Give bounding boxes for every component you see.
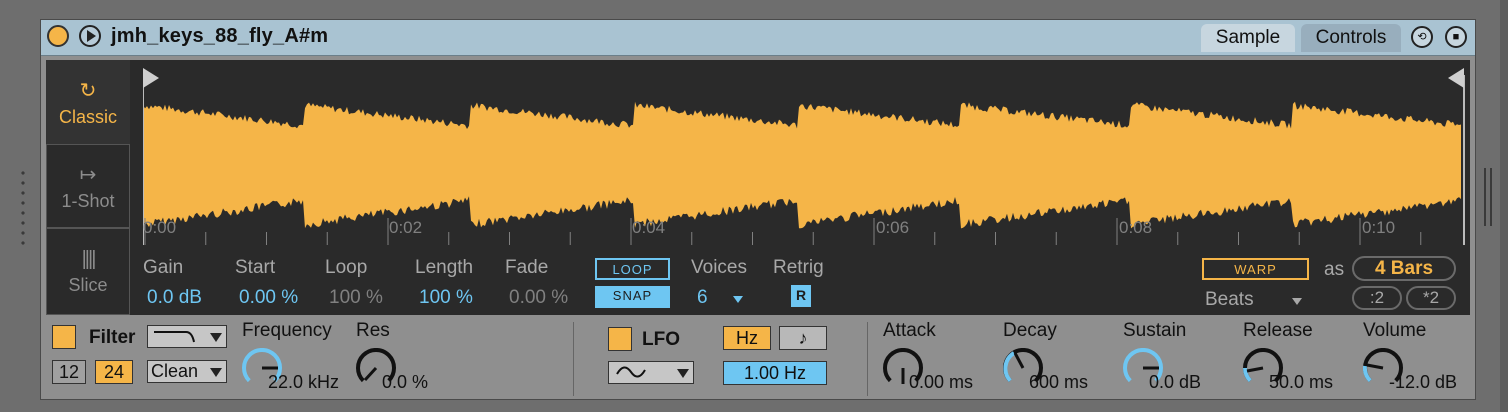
waveform-display[interactable]: [143, 60, 1468, 245]
loop-icon: ↻: [79, 80, 97, 102]
voices-label: Voices: [691, 257, 747, 278]
slope-12-button[interactable]: 12: [52, 360, 86, 384]
sustain-label: Sustain: [1123, 320, 1187, 341]
lfo-rate-field[interactable]: 1.00 Hz: [723, 361, 827, 385]
controls-section: Filter 12 24 Clean Frequency 22.0 kHz Re…: [41, 318, 1475, 400]
playback-mode-selector: ↻ Classic ↦ 1-Shot |||| Slice: [46, 60, 130, 315]
frequency-value[interactable]: 22.0 kHz: [268, 372, 339, 393]
release-value[interactable]: 50.0 ms: [1269, 372, 1333, 393]
timeline-label: 0:04: [632, 218, 666, 237]
slope-24-button[interactable]: 24: [95, 360, 133, 384]
right-border: [1500, 0, 1508, 412]
loop-label: Loop: [325, 257, 368, 278]
lowpass-icon: [154, 331, 195, 343]
timeline-label: 0:08: [1119, 218, 1153, 237]
filter-label: Filter: [89, 327, 136, 348]
timeline-label: 0:10: [1362, 218, 1396, 237]
loop-value[interactable]: 100 %: [329, 287, 383, 309]
fade-value[interactable]: 0.00 %: [509, 287, 568, 309]
warp-mode-select[interactable]: Beats: [1205, 289, 1254, 311]
loop-toggle[interactable]: LOOP: [595, 258, 670, 280]
start-label: Start: [235, 257, 276, 278]
gain-label: Gain: [143, 257, 184, 278]
filter-type-select[interactable]: [147, 325, 227, 348]
start-value[interactable]: 0.00 %: [239, 287, 298, 309]
warp-mode-arrow-icon[interactable]: [1292, 298, 1302, 305]
lfo-sync-button[interactable]: ♪: [779, 326, 827, 350]
sample-panel: ↻ Classic ↦ 1-Shot |||| Slice 0:00 0:02 …: [46, 60, 1470, 315]
save-preset-icon[interactable]: ■: [1445, 26, 1467, 48]
res-value[interactable]: 0.0 %: [382, 372, 428, 393]
end-marker-flag[interactable]: [1448, 68, 1464, 88]
volume-value[interactable]: -12.0 dB: [1389, 372, 1457, 393]
tab-sample[interactable]: Sample: [1201, 24, 1295, 52]
left-drag-handle[interactable]: [20, 168, 26, 248]
device-on-button[interactable]: [47, 25, 69, 47]
decay-label: Decay: [1003, 320, 1057, 341]
one-shot-icon: ↦: [79, 164, 97, 186]
hot-swap-icon[interactable]: ⟲: [1411, 26, 1433, 48]
mode-label: Slice: [68, 275, 108, 295]
timeline-label: 0:02: [389, 218, 423, 237]
as-label: as: [1324, 259, 1345, 280]
length-label: Length: [415, 257, 474, 278]
mode-slice[interactable]: |||| Slice: [46, 228, 130, 315]
filter-circuit-select[interactable]: Clean: [147, 360, 227, 383]
start-marker-flag[interactable]: [143, 68, 159, 88]
frequency-label: Frequency: [242, 320, 332, 341]
mode-label: Classic: [58, 107, 117, 127]
release-label: Release: [1243, 320, 1313, 341]
slice-icon: ||||: [81, 248, 97, 270]
fade-label: Fade: [505, 257, 549, 278]
snap-toggle[interactable]: SNAP: [595, 286, 670, 308]
retrig-toggle[interactable]: R: [791, 285, 811, 307]
res-label: Res: [356, 320, 390, 341]
mode-classic[interactable]: ↻ Classic: [46, 60, 130, 144]
attack-label: Attack: [883, 320, 936, 341]
circuit-value: Clean: [151, 361, 199, 381]
decay-value[interactable]: 600 ms: [1029, 372, 1088, 393]
volume-label: Volume: [1363, 320, 1427, 341]
play-preview-button[interactable]: [79, 25, 101, 47]
warp-toggle[interactable]: WARP: [1202, 258, 1309, 280]
filter-toggle[interactable]: [52, 325, 76, 349]
voices-dropdown-arrow-icon[interactable]: [733, 296, 743, 303]
right-drag-handle[interactable]: [1484, 168, 1494, 226]
retrig-label: Retrig: [773, 257, 824, 278]
sine-wave-icon: [616, 366, 646, 378]
mode-label: 1-Shot: [61, 191, 115, 211]
halve-button[interactable]: :2: [1352, 286, 1402, 310]
waveform-path: [143, 101, 1461, 229]
warp-bars-box[interactable]: 4 Bars: [1352, 256, 1456, 281]
section-divider: [573, 322, 574, 396]
voices-value[interactable]: 6: [697, 287, 708, 309]
tab-controls[interactable]: Controls: [1301, 24, 1401, 52]
sustain-value[interactable]: 0.0 dB: [1149, 372, 1201, 393]
lfo-label: LFO: [642, 329, 680, 350]
length-value[interactable]: 100 %: [419, 287, 473, 309]
gain-value[interactable]: 0.0 dB: [147, 287, 202, 309]
lfo-hz-button[interactable]: Hz: [723, 326, 771, 350]
timeline-label: 0:00: [143, 218, 177, 237]
mode-one-shot[interactable]: ↦ 1-Shot: [46, 144, 130, 228]
lfo-waveform-select[interactable]: [608, 361, 694, 384]
section-divider: [867, 322, 868, 396]
double-button[interactable]: *2: [1406, 286, 1456, 310]
device-title: jmh_keys_88_fly_A#m: [111, 25, 329, 47]
note-icon: ♪: [798, 328, 808, 348]
simpler-device: jmh_keys_88_fly_A#m Sample Controls ⟲ ■ …: [40, 19, 1476, 400]
timeline-label: 0:06: [876, 218, 910, 237]
device-title-bar: jmh_keys_88_fly_A#m Sample Controls ⟲ ■: [41, 20, 1475, 56]
attack-value[interactable]: 0.00 ms: [909, 372, 973, 393]
lfo-toggle[interactable]: [608, 327, 632, 351]
